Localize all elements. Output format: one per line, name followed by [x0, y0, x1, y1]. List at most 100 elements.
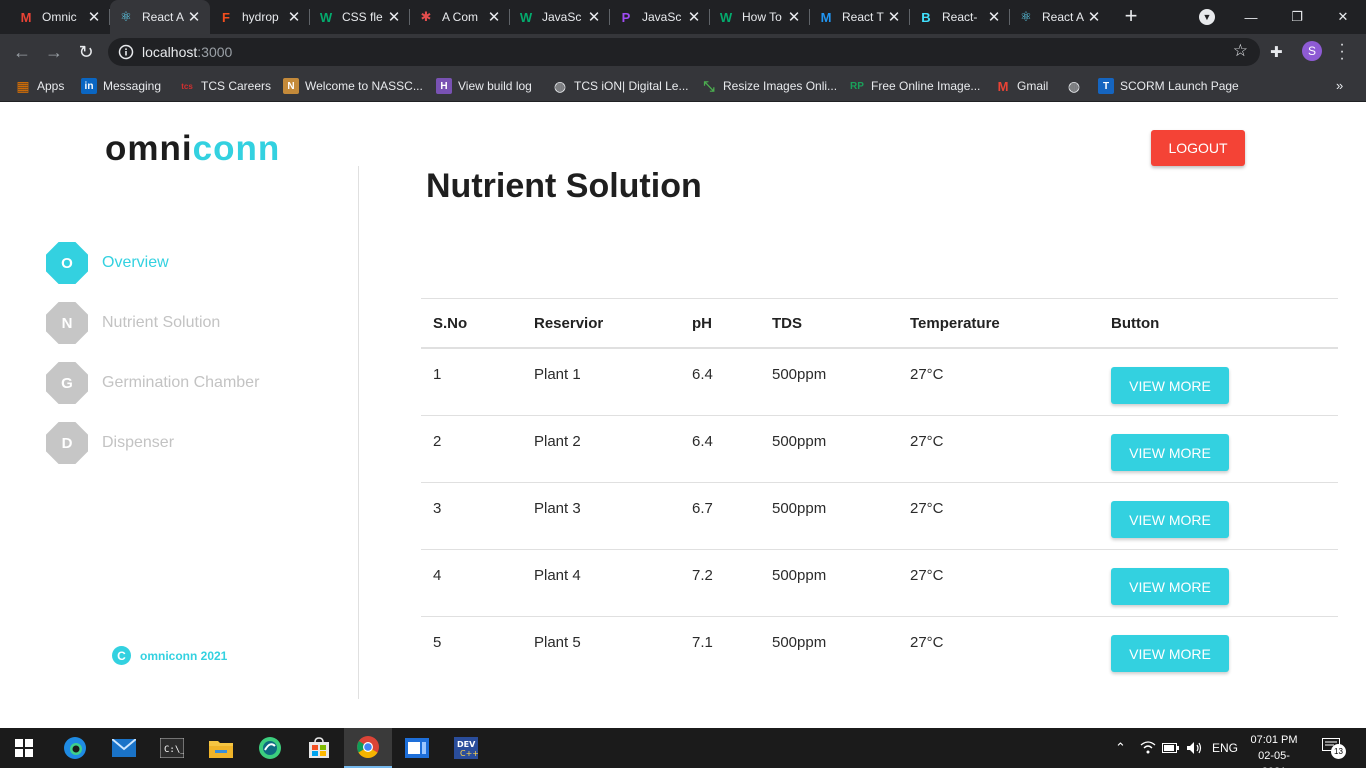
browser-tab[interactable]: W JavaSc ✕ [510, 0, 610, 34]
close-icon[interactable]: ✕ [186, 8, 202, 26]
bookmark-gmail[interactable]: M Gmail [995, 70, 1049, 102]
cell-temperature: 27°C [910, 634, 944, 651]
browser-tab[interactable]: W CSS fle ✕ [310, 0, 410, 34]
react-icon: ⚛ [1020, 9, 1032, 24]
close-icon[interactable]: ✕ [86, 8, 102, 26]
browser-tab[interactable]: P JavaSc ✕ [610, 0, 710, 34]
browser-tab[interactable]: ⚛ React A ✕ [1010, 0, 1110, 34]
devc-icon[interactable]: DEV C++ [442, 728, 490, 768]
extensions-puzzle-icon[interactable]: ✚ [1270, 43, 1288, 61]
browser-tab[interactable]: W How To ✕ [710, 0, 810, 34]
bookmark-tcs-ion[interactable]: ◍ TCS iON| Digital Le... [552, 70, 689, 102]
tata-icon: T [1098, 78, 1114, 94]
bookmark-nasscom[interactable]: N Welcome to NASSC... [283, 70, 423, 102]
language-indicator[interactable]: ENG [1212, 728, 1238, 768]
bookmark-scorm[interactable]: T SCORM Launch Page [1098, 70, 1239, 102]
view-more-button[interactable]: VIEW MORE [1111, 568, 1229, 605]
tab-search-icon[interactable]: ▼ [1199, 9, 1215, 25]
system-clock[interactable]: 07:01 PM 02-05-2021 [1246, 732, 1302, 768]
close-icon[interactable]: ✕ [886, 8, 902, 26]
wifi-icon[interactable] [1140, 728, 1156, 768]
svg-text:C:\_: C:\_ [164, 745, 184, 755]
cell-temperature: 27°C [910, 567, 944, 584]
bookmark-free-online-image[interactable]: RP Free Online Image... [849, 70, 980, 102]
omniconn-logo: omniconn [105, 129, 281, 168]
bookmark-build-log[interactable]: H View build log [436, 70, 532, 102]
view-more-button[interactable]: VIEW MORE [1111, 434, 1229, 471]
terminal-icon[interactable]: C:\_ [148, 728, 196, 768]
logout-button[interactable]: LOGOUT [1151, 130, 1245, 166]
cell-tds: 500ppm [772, 567, 827, 584]
browser-tab[interactable]: F hydrop ✕ [210, 0, 310, 34]
react-bootstrap-icon: B [921, 9, 931, 25]
back-arrow-icon[interactable]: ← [10, 40, 34, 64]
bookmark-apps[interactable]: ▦ Apps [15, 70, 64, 102]
close-icon[interactable]: ✕ [1086, 8, 1102, 26]
file-explorer-icon[interactable] [197, 728, 245, 768]
cell-tds: 500ppm [772, 634, 827, 651]
nav-item-germination-chamber[interactable]: G Germination Chamber [46, 361, 259, 405]
browser-tab[interactable]: ✱ A Com ✕ [410, 0, 510, 34]
close-icon[interactable]: ✕ [386, 8, 402, 26]
bookmarks-overflow-icon[interactable]: » [1336, 78, 1343, 93]
browser-tab[interactable]: M React T ✕ [810, 0, 910, 34]
restore-icon[interactable]: ❐ [1274, 0, 1320, 34]
bookmark-resize-images[interactable]: ⤡ Resize Images Onli... [701, 70, 837, 102]
nav-badge: G [46, 362, 88, 404]
info-icon[interactable] [118, 44, 134, 60]
browser-tab-active[interactable]: ⚛ React A ✕ [110, 0, 210, 34]
view-more-button[interactable]: VIEW MORE [1111, 635, 1229, 672]
window-close-icon[interactable]: ✕ [1320, 0, 1366, 34]
address-bar[interactable]: localhost:3000 ☆ [108, 38, 1260, 66]
forward-arrow-icon[interactable]: → [42, 40, 66, 64]
minimize-icon[interactable]: ― [1228, 0, 1274, 34]
mail-icon[interactable] [100, 728, 148, 768]
cell-tds: 500ppm [772, 433, 827, 450]
close-icon[interactable]: ✕ [786, 8, 802, 26]
nav-label: Nutrient Solution [102, 314, 221, 331]
nav-badge: O [46, 242, 88, 284]
profile-avatar[interactable]: S [1302, 41, 1322, 61]
bookmark-messaging[interactable]: in Messaging [81, 70, 161, 102]
cell-ph: 6.7 [692, 500, 713, 517]
reload-icon[interactable]: ↻ [74, 40, 98, 64]
nav-item-overview[interactable]: O Overview [46, 241, 169, 285]
close-icon[interactable]: ✕ [986, 8, 1002, 26]
bookmark-tcs-careers[interactable]: tcs TCS Careers [179, 70, 271, 102]
tab-title: React A [1042, 10, 1085, 24]
cell-sno: 1 [433, 366, 442, 383]
mui-icon: M [820, 9, 832, 25]
cell-reservoir: Plant 4 [534, 567, 581, 584]
kebab-menu-icon[interactable]: · · · [1336, 37, 1348, 67]
view-more-button[interactable]: VIEW MORE [1111, 367, 1229, 404]
app-icon[interactable] [246, 728, 294, 768]
view-more-button[interactable]: VIEW MORE [1111, 501, 1229, 538]
browser-tab[interactable]: B React- ✕ [910, 0, 1010, 34]
volume-icon[interactable] [1186, 728, 1204, 768]
sidebar-divider [358, 166, 359, 699]
nav-item-dispenser[interactable]: D Dispenser [46, 421, 174, 465]
close-icon[interactable]: ✕ [286, 8, 302, 26]
document-app-icon[interactable] [393, 728, 441, 768]
table-row: 4 Plant 4 7.2 500ppm 27°C VIEW MORE [421, 550, 1338, 617]
browser-tab[interactable]: M Omnic ✕ [10, 0, 110, 34]
chrome-icon[interactable] [344, 728, 392, 768]
close-icon[interactable]: ✕ [586, 8, 602, 26]
globe-icon: ◍ [553, 77, 567, 94]
browser-toolbar: ← → ↻ localhost:3000 ☆ ✚ S · · · [0, 34, 1366, 70]
bookmark-star-icon[interactable]: ☆ [1233, 41, 1248, 61]
notification-center-icon[interactable]: 13 [1322, 738, 1346, 759]
windows-start-icon[interactable] [0, 728, 48, 768]
new-tab-button[interactable]: + [1119, 5, 1143, 29]
rp-icon: RP [850, 80, 864, 92]
nav-item-nutrient-solution[interactable]: N Nutrient Solution [46, 301, 220, 345]
show-hidden-icons[interactable]: ⌃ [1115, 728, 1126, 768]
column-header: S.No [433, 315, 468, 332]
nav-badge: N [46, 302, 88, 344]
close-icon[interactable]: ✕ [686, 8, 702, 26]
close-icon[interactable]: ✕ [486, 8, 502, 26]
store-icon[interactable] [295, 728, 343, 768]
battery-icon[interactable] [1162, 728, 1180, 768]
edge-icon[interactable] [51, 728, 99, 768]
bookmark-globe[interactable]: ◍ [1066, 70, 1088, 102]
